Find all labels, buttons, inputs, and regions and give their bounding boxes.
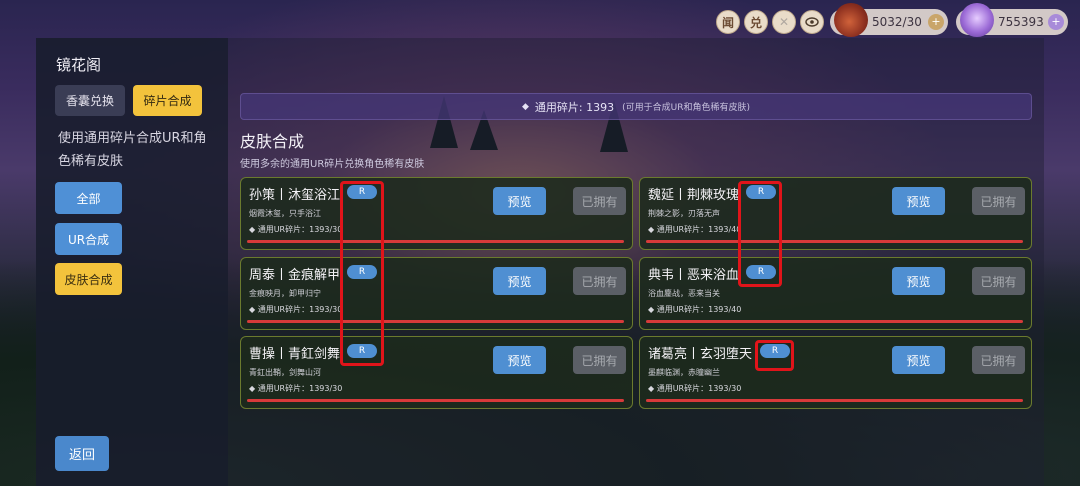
card-name: 孙策丨沐玺浴江	[249, 188, 341, 203]
filter-all-button[interactable]: 全部	[55, 182, 122, 214]
card-description: 青釭出鞘，剑舞山河	[249, 368, 321, 377]
close-icon: ✕	[778, 15, 790, 29]
progress-bar	[247, 320, 624, 323]
crystal-resource-pill: 755393 +	[956, 3, 1068, 37]
filter-skin-synthesis-button[interactable]: 皮肤合成	[55, 263, 122, 295]
back-button[interactable]: 返回	[55, 436, 109, 471]
diamond-icon: ◆	[522, 101, 529, 112]
preview-button[interactable]: 预览	[493, 267, 546, 295]
sidebar: 镜花阁 香囊兑换 碎片合成 使用通用碎片合成UR和角色稀有皮肤 全部 UR合成 …	[36, 38, 228, 486]
card-fragment-count: ◆ 通用UR碎片：1393/30	[249, 384, 343, 393]
preview-button[interactable]: 预览	[493, 346, 546, 374]
highlight-box-left-badges	[340, 181, 384, 366]
progress-bar	[247, 399, 624, 402]
tab-sachet-exchange[interactable]: 香囊兑换	[55, 85, 125, 116]
exchange-button-label: 兑	[749, 15, 762, 30]
card-fragment-count: ◆ 通用UR碎片：1393/30	[648, 384, 742, 393]
sidebar-description: 使用通用碎片合成UR和角色稀有皮肤	[58, 131, 207, 169]
top-bar: 闻 兑 ✕ 5032/30 + 755393 +	[0, 0, 1080, 42]
filter-ur-synthesis-button[interactable]: UR合成	[55, 223, 122, 255]
disabled-button[interactable]: ✕	[772, 10, 796, 34]
section-subtitle: 使用多余的通用UR碎片兑换角色稀有皮肤	[240, 159, 425, 170]
sidebar-title: 镜花阁	[56, 56, 102, 74]
progress-bar	[646, 399, 1023, 402]
card-name: 典韦丨恶来浴血	[648, 268, 740, 283]
owned-button[interactable]: 已拥有	[972, 346, 1025, 374]
card-name: 周泰丨金痕解甲	[249, 268, 341, 283]
preview-button[interactable]: 预览	[892, 187, 945, 215]
skin-card-zhoutai: 周泰丨金痕解甲 R 金痕映月，卸甲归宁 ◆ 通用UR碎片：1393/30 预览 …	[240, 257, 633, 330]
add-gold-button[interactable]: +	[928, 14, 944, 30]
card-description: 烟霞沐玺，只手浴江	[249, 209, 321, 218]
skin-card-caocao: 曹操丨青釭剑舞 R 青釭出鞘，剑舞山河 ◆ 通用UR碎片：1393/30 预览 …	[240, 336, 633, 409]
skin-card-zhugeliang: 诸葛亮丨玄羽堕天 R 墨麒临渊，赤瞳幽兰 ◆ 通用UR碎片：1393/30 预览…	[639, 336, 1032, 409]
exchange-button[interactable]: 兑	[744, 10, 768, 34]
skin-card-dianwei: 典韦丨恶来浴血 R 浴血鏖战，恶来当关 ◆ 通用UR碎片：1393/40 预览 …	[639, 257, 1032, 330]
crystal-amount: 755393	[998, 15, 1044, 29]
banner-text: 通用碎片: 1393	[534, 100, 615, 114]
tab-fragment-synthesis[interactable]: 碎片合成	[133, 85, 202, 116]
preview-button[interactable]: 预览	[892, 346, 945, 374]
owned-button[interactable]: 已拥有	[972, 187, 1025, 215]
owned-button[interactable]: 已拥有	[573, 267, 626, 295]
fragment-banner: ◆ 通用碎片: 1393 (可用于合成UR和角色稀有皮肤)	[240, 93, 1032, 120]
money-bag-icon	[834, 3, 868, 37]
add-crystal-button[interactable]: +	[1048, 14, 1064, 30]
news-button-label: 闻	[721, 15, 734, 30]
skin-card-sunce: 孙策丨沐玺浴江 R 烟霞沐玺，只手浴江 ◆ 通用UR碎片：1393/30 预览 …	[240, 177, 633, 250]
card-description: 荆棘之影，刃落无声	[648, 209, 720, 218]
card-fragment-count: ◆ 通用UR碎片：1393/40	[648, 225, 742, 234]
preview-button[interactable]: 预览	[892, 267, 945, 295]
card-description: 浴血鏖战，恶来当关	[648, 289, 720, 298]
gold-resource-pill: 5032/30 +	[830, 3, 948, 37]
crystal-icon	[960, 3, 994, 37]
news-button[interactable]: 闻	[716, 10, 740, 34]
eye-icon[interactable]	[800, 10, 824, 34]
card-fragment-count: ◆ 通用UR碎片：1393/40	[648, 305, 742, 314]
progress-bar	[646, 240, 1023, 243]
banner-note: (可用于合成UR和角色稀有皮肤)	[622, 103, 750, 113]
owned-button[interactable]: 已拥有	[573, 187, 626, 215]
owned-button[interactable]: 已拥有	[573, 346, 626, 374]
progress-bar	[646, 320, 1023, 323]
card-fragment-count: ◆ 通用UR碎片：1393/30	[249, 225, 343, 234]
owned-button[interactable]: 已拥有	[972, 267, 1025, 295]
preview-button[interactable]: 预览	[493, 187, 546, 215]
card-fragment-count: ◆ 通用UR碎片：1393/30	[249, 305, 343, 314]
gold-amount: 5032/30	[872, 15, 922, 29]
highlight-box-zhugeliang-badge	[755, 340, 794, 371]
card-description: 墨麒临渊，赤瞳幽兰	[648, 368, 720, 377]
highlight-box-right-badges	[738, 181, 782, 287]
section-title: 皮肤合成	[240, 132, 305, 151]
card-name: 魏延丨荆棘玫瑰	[648, 188, 740, 203]
card-name: 曹操丨青釭剑舞	[249, 347, 341, 362]
card-description: 金痕映月，卸甲归宁	[249, 289, 321, 298]
skin-card-weiyan: 魏延丨荆棘玫瑰 R 荆棘之影，刃落无声 ◆ 通用UR碎片：1393/40 预览 …	[639, 177, 1032, 250]
card-name: 诸葛亮丨玄羽堕天	[648, 347, 753, 362]
progress-bar	[247, 240, 624, 243]
